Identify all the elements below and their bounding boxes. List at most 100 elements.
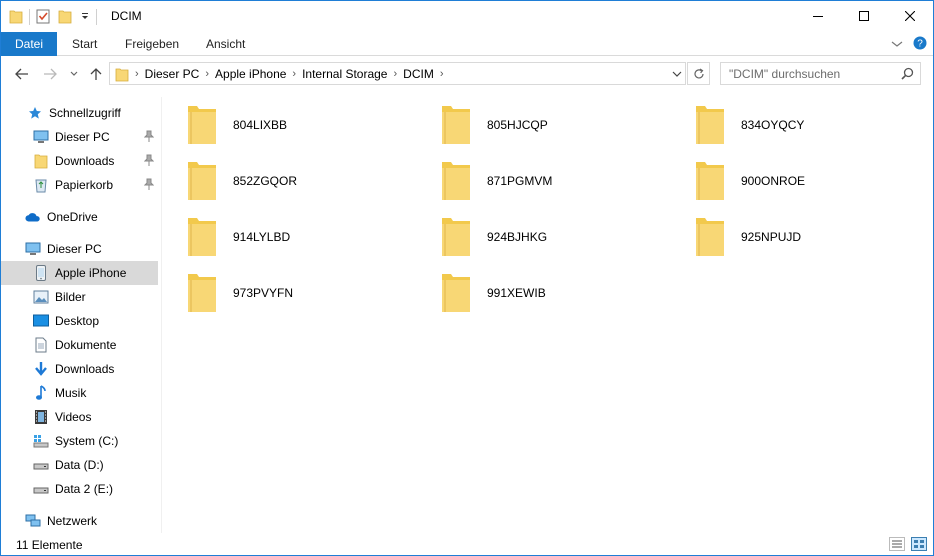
ribbon-right-controls: ?: [891, 36, 927, 53]
nav-videos[interactable]: Videos: [1, 405, 158, 429]
tab-view[interactable]: Ansicht: [206, 32, 245, 56]
close-button[interactable]: [887, 1, 933, 31]
nav-label: Papierkorb: [55, 178, 114, 192]
star-icon: [27, 105, 43, 121]
folder-item[interactable]: 991XEWIB: [417, 269, 647, 317]
folder-item[interactable]: 852ZGQOR: [163, 157, 393, 205]
nav-label: Downloads: [55, 362, 115, 376]
nav-label: Musik: [55, 386, 87, 400]
nav-label: Apple iPhone: [55, 266, 127, 280]
nav-label: Bilder: [55, 290, 86, 304]
new-folder-icon[interactable]: [58, 8, 72, 27]
recent-locations-button[interactable]: [65, 66, 83, 82]
videos-icon: [33, 409, 49, 425]
help-icon[interactable]: ?: [913, 36, 927, 53]
folder-item[interactable]: 914LYLBD: [163, 213, 393, 261]
file-list: 804LIXBB 805HJCQP 834OYQCY 852ZGQOR 871P…: [163, 97, 933, 533]
nav-quick-recycle-bin[interactable]: Papierkorb: [1, 173, 158, 197]
computer-icon: [33, 129, 49, 145]
nav-label: Schnellzugriff: [49, 106, 121, 120]
nav-apple-iphone[interactable]: Apple iPhone: [1, 261, 158, 285]
maximize-button[interactable]: [841, 1, 887, 31]
folder-item[interactable]: 871PGMVM: [417, 157, 647, 205]
drive-icon: [33, 481, 49, 497]
address-bar[interactable]: › Dieser PC › Apple iPhone › Internal St…: [109, 62, 686, 85]
status-bar: 11 Elemente: [1, 533, 933, 555]
chevron-right-icon[interactable]: ›: [393, 68, 397, 80]
nav-label: Dieser PC: [55, 130, 110, 144]
nav-label: Videos: [55, 410, 92, 424]
folder-name: 871PGMVM: [487, 174, 553, 188]
minimize-button[interactable]: [795, 1, 841, 31]
folder-item[interactable]: 805HJCQP: [417, 101, 647, 149]
nav-desktop[interactable]: Desktop: [1, 309, 158, 333]
folder-item[interactable]: 973PVYFN: [163, 269, 393, 317]
nav-data-drive-e[interactable]: Data 2 (E:): [1, 477, 158, 501]
back-button[interactable]: [13, 66, 31, 82]
pin-icon[interactable]: [143, 154, 155, 169]
breadcrumb-internal-storage[interactable]: Internal Storage: [302, 67, 387, 81]
forward-button[interactable]: [41, 66, 59, 82]
pin-icon[interactable]: [143, 130, 155, 145]
nav-label: Data 2 (E:): [55, 482, 114, 496]
up-button[interactable]: [87, 66, 105, 82]
nav-pictures[interactable]: Bilder: [1, 285, 158, 309]
nav-quick-access[interactable]: Schnellzugriff: [1, 101, 158, 125]
nav-label: Dokumente: [55, 338, 117, 352]
folder-name: 925NPUJD: [741, 230, 802, 244]
nav-onedrive[interactable]: OneDrive: [1, 205, 158, 229]
properties-icon[interactable]: [36, 8, 50, 27]
tab-start[interactable]: Start: [72, 32, 97, 56]
folder-icon: [442, 162, 470, 200]
nav-label: Downloads: [55, 154, 115, 168]
folder-icon: [9, 8, 23, 27]
folder-item[interactable]: 834OYQCY: [671, 101, 901, 149]
tab-file[interactable]: Datei: [1, 32, 57, 56]
tab-share[interactable]: Freigeben: [125, 32, 179, 56]
folder-name: 914LYLBD: [233, 230, 291, 244]
details-view-button[interactable]: [889, 537, 905, 551]
refresh-button[interactable]: [687, 62, 710, 85]
expand-ribbon-icon[interactable]: [891, 38, 903, 52]
folder-name: 991XEWIB: [487, 286, 546, 300]
folder-name: 973PVYFN: [233, 286, 294, 300]
nav-data-drive-d[interactable]: Data (D:): [1, 453, 158, 477]
computer-icon: [25, 241, 41, 257]
folder-icon: [442, 274, 470, 312]
folder-item[interactable]: 925NPUJD: [671, 213, 901, 261]
nav-label: Dieser PC: [47, 242, 102, 256]
breadcrumb-this-pc[interactable]: Dieser PC: [145, 67, 200, 81]
pin-icon[interactable]: [143, 178, 155, 193]
nav-downloads[interactable]: Downloads: [1, 357, 158, 381]
address-history-dropdown[interactable]: [668, 63, 685, 84]
folder-icon: [696, 106, 724, 144]
nav-this-pc[interactable]: Dieser PC: [1, 237, 158, 261]
folder-icon: [442, 106, 470, 144]
nav-quick-this-pc[interactable]: Dieser PC: [1, 125, 158, 149]
nav-quick-downloads[interactable]: Downloads: [1, 149, 158, 173]
chevron-right-icon[interactable]: ›: [135, 68, 139, 80]
nav-system-drive[interactable]: System (C:): [1, 429, 158, 453]
folder-item[interactable]: 900ONROE: [671, 157, 901, 205]
large-icons-view-button[interactable]: [911, 537, 927, 551]
nav-documents[interactable]: Dokumente: [1, 333, 158, 357]
window-title: DCIM: [111, 9, 142, 23]
breadcrumb-apple-iphone[interactable]: Apple iPhone: [215, 67, 286, 81]
chevron-right-icon[interactable]: ›: [205, 68, 209, 80]
breadcrumb-dcim[interactable]: DCIM: [403, 67, 434, 81]
pane-divider[interactable]: [161, 97, 162, 533]
chevron-right-icon[interactable]: ›: [292, 68, 296, 80]
nav-network[interactable]: Netzwerk: [1, 509, 158, 533]
folder-name: 805HJCQP: [487, 118, 548, 132]
search-box[interactable]: [720, 62, 921, 85]
nav-music[interactable]: Musik: [1, 381, 158, 405]
search-input[interactable]: [729, 66, 899, 81]
folder-item[interactable]: 924BJHKG: [417, 213, 647, 261]
nav-label: Desktop: [55, 314, 100, 328]
folder-item[interactable]: 804LIXBB: [163, 101, 393, 149]
customize-toolbar-icon[interactable]: [80, 8, 90, 27]
view-switcher: [889, 537, 927, 551]
chevron-right-icon[interactable]: ›: [440, 68, 444, 80]
folder-name: 924BJHKG: [487, 230, 548, 244]
search-icon[interactable]: [901, 67, 914, 83]
